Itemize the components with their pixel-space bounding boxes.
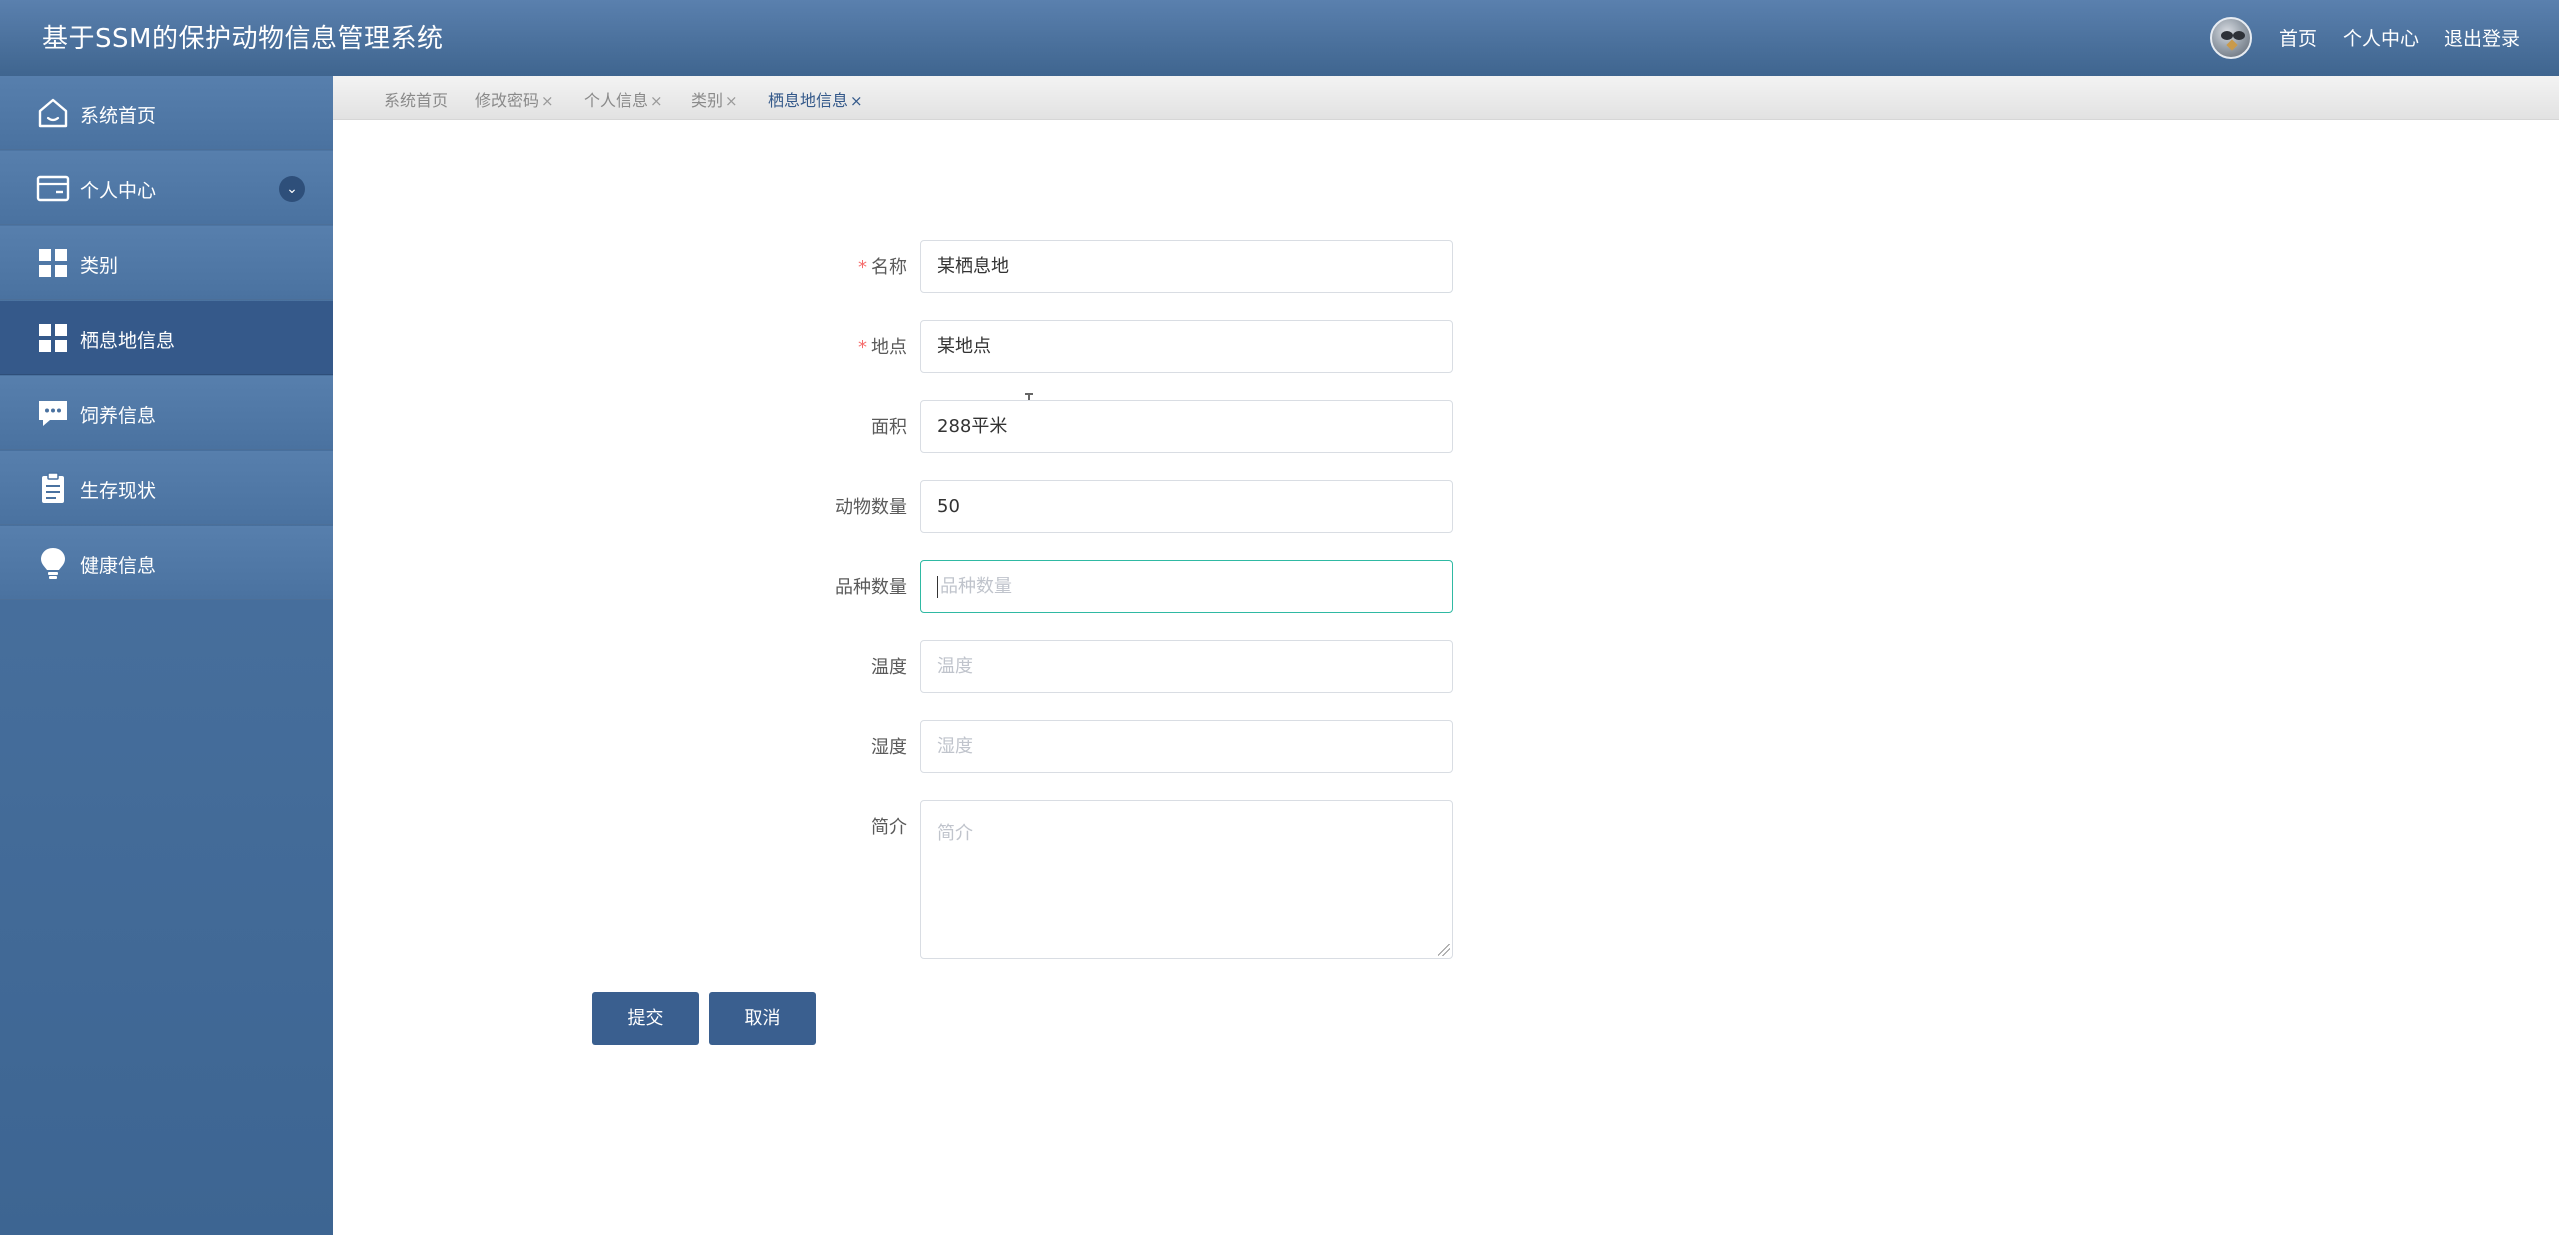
tab-personal-info[interactable]: 个人信息 × (584, 87, 663, 111)
tab-bar: 系统首页 修改密码 × 个人信息 × 类别 × 栖息地信息 × (333, 76, 2559, 120)
animal-count-label: 动物数量 (835, 497, 907, 518)
temperature-input[interactable]: 温度 (920, 640, 1453, 693)
avatar-eye-icon (2233, 31, 2245, 40)
grid-icon (39, 324, 67, 352)
animal-count-input[interactable]: 50 (920, 480, 1453, 533)
intro-label: 简介 (871, 817, 907, 838)
required-mark: * (858, 257, 867, 278)
humidity-label: 湿度 (871, 737, 907, 758)
grid-icon (39, 249, 67, 277)
tab-label: 系统首页 (384, 91, 449, 110)
area-input[interactable]: 288平米 (920, 400, 1453, 453)
close-icon[interactable]: × (541, 92, 554, 110)
sidebar-item-label: 健康信息 (80, 555, 157, 577)
name-label: * 名称 (667, 253, 907, 279)
field-label-text: 地点 (871, 337, 907, 358)
sidebar-item-label: 系统首页 (80, 105, 157, 127)
sidebar-item-label: 个人中心 (80, 180, 157, 202)
location-input[interactable]: 某地点 (920, 320, 1453, 373)
sidebar-item-home[interactable]: 系统首页 (0, 76, 333, 150)
sidebar-item-habitat[interactable]: 栖息地信息 (0, 301, 333, 375)
required-mark: * (858, 337, 867, 358)
avatar[interactable] (2210, 17, 2252, 59)
name-input[interactable]: 某栖息地 (920, 240, 1453, 293)
sidebar: 系统首页 个人中心 ⌄ 类别 栖息地信息 饲养信息 生存现状 健康信息 (0, 76, 333, 1235)
sidebar-item-label: 生存现状 (80, 480, 157, 502)
wallet-icon (36, 175, 70, 202)
submit-button[interactable]: 提交 (592, 992, 699, 1045)
app-title: 基于SSM的保护动物信息管理系统 (42, 24, 444, 54)
sidebar-item-personal-center[interactable]: 个人中心 ⌄ (0, 151, 333, 225)
bulb-icon (41, 548, 65, 579)
nav-home-link[interactable]: 首页 (2279, 24, 2317, 51)
species-count-label: 品种数量 (835, 577, 907, 598)
sidebar-item-feeding[interactable]: 饲养信息 (0, 376, 333, 450)
tab-change-password[interactable]: 修改密码 × (475, 87, 554, 111)
clipboard-icon (42, 472, 64, 503)
intro-textarea[interactable]: 简介 (920, 800, 1453, 959)
chat-icon (39, 401, 67, 426)
sidebar-item-health[interactable]: 健康信息 (0, 526, 333, 600)
text-caret (937, 576, 938, 598)
tab-habitat[interactable]: 栖息地信息 × (768, 87, 863, 111)
temperature-label: 温度 (871, 657, 907, 678)
sidebar-item-survival-status[interactable]: 生存现状 (0, 451, 333, 525)
resize-handle-icon[interactable] (1438, 944, 1450, 956)
nav-profile-link[interactable]: 个人中心 (2343, 24, 2419, 51)
species-count-input[interactable]: 品种数量 (920, 560, 1453, 613)
close-icon[interactable]: × (850, 92, 863, 110)
input-placeholder: 简介 (937, 823, 973, 844)
field-label-text: 名称 (871, 257, 907, 278)
tab-label: 修改密码 (475, 91, 540, 110)
sidebar-item-label: 类别 (80, 255, 119, 277)
avatar-beak-icon (2226, 39, 2238, 51)
tab-category[interactable]: 类别 × (691, 87, 738, 111)
logout-link[interactable]: 退出登录 (2444, 24, 2520, 51)
humidity-input[interactable]: 湿度 (920, 720, 1453, 773)
close-icon[interactable]: × (725, 92, 738, 110)
close-icon[interactable]: × (650, 92, 663, 110)
tab-home[interactable]: 系统首页 (384, 87, 448, 111)
main-content: * 名称 某栖息地 * 地点 某地点 面积 288平米 动物数量 50 品种数量 品… (333, 120, 2559, 1235)
sidebar-item-category[interactable]: 类别 (0, 226, 333, 300)
location-label: * 地点 (667, 333, 907, 359)
input-placeholder: 品种数量 (940, 576, 1012, 597)
tab-label: 类别 (691, 91, 724, 110)
top-bar: 基于SSM的保护动物信息管理系统 首页 个人中心 退出登录 (0, 0, 2559, 76)
sidebar-item-label: 栖息地信息 (80, 330, 176, 352)
home-icon (38, 98, 68, 128)
tab-label: 栖息地信息 (768, 91, 849, 110)
area-label: 面积 (871, 417, 907, 438)
cancel-button[interactable]: 取消 (709, 992, 816, 1045)
sidebar-item-label: 饲养信息 (80, 405, 157, 427)
chevron-down-icon[interactable]: ⌄ (279, 176, 305, 202)
tab-label: 个人信息 (584, 91, 649, 110)
